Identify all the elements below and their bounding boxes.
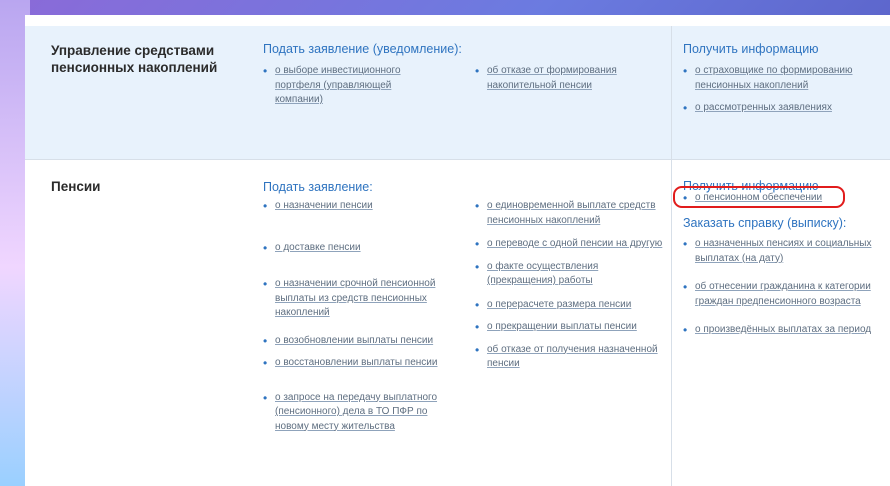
section-title: Управление средствами пенсионных накопле… <box>51 43 218 75</box>
link-stop-payment[interactable]: о прекращении выплаты пенсии <box>487 321 637 332</box>
link-transfer-case[interactable]: о запросе на передачу выплатного (пенсио… <box>275 392 437 432</box>
list-item[interactable]: о прекращении выплаты пенсии <box>475 320 665 335</box>
apply-list-col1: о назначении пенсии о доставке пенсии о … <box>263 199 453 434</box>
list-item[interactable]: о доставке пенсии <box>263 241 453 256</box>
apply-list-col2: об отказе от формирования накопительной … <box>475 64 655 93</box>
list-item[interactable]: о назначении срочной пенсионной выплаты … <box>263 277 453 321</box>
link-refuse-funded-pension[interactable]: об отказе от формирования накопительной … <box>487 65 617 91</box>
link-reviewed-applications[interactable]: о рассмотренных заявлениях <box>695 102 832 113</box>
section-title: Пенсии <box>51 179 101 194</box>
list-item[interactable]: о перерасчете размера пенсии <box>475 298 665 313</box>
section-pension-savings: Управление средствами пенсионных накопле… <box>25 26 890 159</box>
link-restore-payment[interactable]: о восстановлении выплаты пенсии <box>275 357 437 368</box>
apply-heading: Подать заявление: <box>263 180 373 194</box>
link-pre-pension-age[interactable]: об отнесении гражданина к категории граж… <box>695 281 871 307</box>
link-insurer-info[interactable]: о страховщике по формированию пенсионных… <box>695 65 853 91</box>
info-list: о страховщике по формированию пенсионных… <box>683 64 878 116</box>
link-assign-pension[interactable]: о назначении пенсии <box>275 200 373 211</box>
info-heading: Получить информацию <box>683 42 819 56</box>
list-item[interactable]: о факте осуществления (прекращения) рабо… <box>475 260 665 289</box>
list-item[interactable]: о переводе с одной пенсии на другую <box>475 237 665 252</box>
certificate-list: о назначенных пенсиях и социальных выпла… <box>683 237 873 338</box>
link-assigned-pensions[interactable]: о назначенных пенсиях и социальных выпла… <box>695 238 872 264</box>
list-item[interactable]: о единовременной выплате средств пенсион… <box>475 199 665 228</box>
column-divider <box>671 26 672 159</box>
list-item[interactable]: о выборе инвестиционного портфеля (управ… <box>263 64 433 108</box>
link-lump-sum-payment[interactable]: о единовременной выплате средств пенсион… <box>487 200 656 226</box>
link-urgent-payment[interactable]: о назначении срочной пенсионной выплаты … <box>275 278 435 318</box>
link-pension-delivery[interactable]: о доставке пенсии <box>275 242 361 253</box>
list-item[interactable]: о запросе на передачу выплатного (пенсио… <box>263 391 453 435</box>
list-item[interactable]: о страховщике по формированию пенсионных… <box>683 64 878 93</box>
link-work-fact[interactable]: о факте осуществления (прекращения) рабо… <box>487 261 598 287</box>
list-item[interactable]: о возобновлении выплаты пенсии <box>263 334 453 349</box>
list-item[interactable]: о назначении пенсии <box>263 199 453 214</box>
services-panel: Управление средствами пенсионных накопле… <box>25 15 890 486</box>
link-resume-payment[interactable]: о возобновлении выплаты пенсии <box>275 335 433 346</box>
link-recalculation[interactable]: о перерасчете размера пенсии <box>487 299 631 310</box>
list-item[interactable]: об отказе от получения назначенной пенси… <box>475 343 665 372</box>
link-switch-pension[interactable]: о переводе с одной пенсии на другую <box>487 238 662 249</box>
column-divider <box>671 160 672 486</box>
section-pensions: Пенсии Подать заявление: о назначении пе… <box>25 159 890 486</box>
list-item[interactable]: об отказе от формирования накопительной … <box>475 64 655 93</box>
list-item[interactable]: о назначенных пенсиях и социальных выпла… <box>683 237 873 266</box>
certificate-heading: Заказать справку (выписку): <box>683 216 847 230</box>
list-item[interactable]: о восстановлении выплаты пенсии <box>263 356 453 371</box>
link-choose-portfolio[interactable]: о выборе инвестиционного портфеля (управ… <box>275 65 401 105</box>
highlight-circle <box>673 186 845 208</box>
list-item[interactable]: о рассмотренных заявлениях <box>683 101 878 116</box>
list-item[interactable]: об отнесении гражданина к категории граж… <box>683 280 873 309</box>
list-item[interactable]: о произведённых выплатах за период <box>683 323 873 338</box>
link-refuse-pension[interactable]: об отказе от получения назначенной пенси… <box>487 344 658 370</box>
apply-list-col2: о единовременной выплате средств пенсион… <box>475 199 665 372</box>
link-payments-period[interactable]: о произведённых выплатах за период <box>695 324 871 335</box>
apply-heading: Подать заявление (уведомление): <box>263 42 462 56</box>
apply-list-col1: о выборе инвестиционного портфеля (управ… <box>263 64 433 108</box>
